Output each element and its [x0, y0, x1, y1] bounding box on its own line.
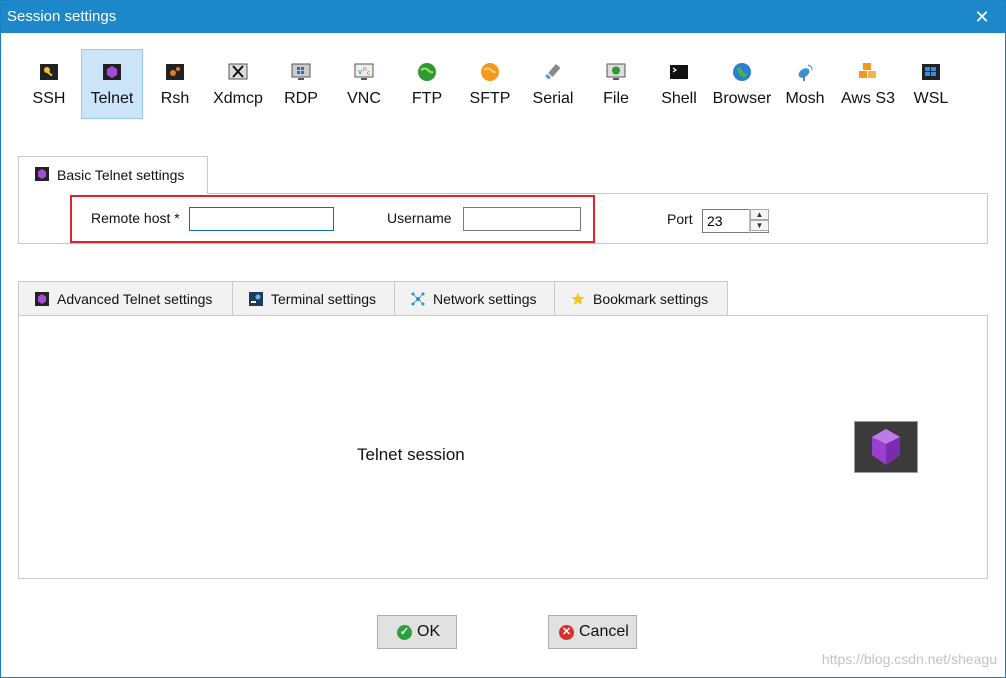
sftp-globe-icon: [481, 63, 499, 81]
telnet-gem-icon: [103, 64, 121, 80]
check-icon: ✓: [397, 625, 412, 640]
tab-bookmark-settings[interactable]: Bookmark settings: [554, 281, 728, 315]
port-stepper[interactable]: ▲ ▼: [749, 209, 769, 233]
shell-terminal-icon: [670, 65, 688, 79]
session-type-label: Shell: [661, 90, 697, 107]
tab-label: Network settings: [433, 291, 537, 307]
session-type-vnc[interactable]: vnc VNC: [333, 49, 395, 119]
cancel-label: Cancel: [579, 623, 629, 640]
session-type-label: RDP: [284, 90, 318, 107]
tab-label: Bookmark settings: [593, 291, 709, 307]
session-type-label: Xdmcp: [213, 90, 263, 107]
tab-label: Terminal settings: [271, 291, 377, 307]
ftp-globe-icon: [418, 63, 436, 81]
session-type-bar: SSH Telnet Rsh Xdmcp RDP vnc VNC FTP SFT: [18, 49, 978, 121]
rdp-monitor-icon: [291, 63, 311, 80]
window-title: Session settings: [7, 8, 117, 25]
mosh-satellite-icon: [798, 64, 813, 81]
tab-basic-telnet-settings[interactable]: Basic Telnet settings: [18, 156, 208, 194]
stepper-down-icon[interactable]: ▼: [750, 220, 769, 231]
session-type-label: Serial: [532, 90, 574, 107]
session-type-label: SFTP: [469, 90, 511, 107]
svg-text:c: c: [367, 70, 370, 77]
aws-cubes-icon: [859, 63, 876, 78]
star-icon: [571, 292, 585, 305]
wsl-windows-icon: [922, 64, 940, 80]
session-type-sftp[interactable]: SFTP: [459, 49, 521, 119]
session-type-label: Aws S3: [841, 90, 895, 107]
gem-graphic: [872, 429, 900, 465]
session-type-label: Telnet: [90, 90, 134, 107]
remote-host-input[interactable]: [189, 207, 334, 231]
cancel-x-icon: ✕: [559, 625, 574, 640]
stepper-up-icon[interactable]: ▲: [750, 209, 769, 220]
session-type-label: Browser: [712, 90, 772, 107]
ok-label: OK: [417, 623, 441, 640]
cancel-button[interactable]: ✕ Cancel: [548, 615, 637, 649]
session-type-label: Mosh: [785, 90, 825, 107]
telnet-gem-icon: [35, 292, 49, 306]
vnc-monitor-icon: v nc: [354, 63, 374, 80]
session-type-label: VNC: [347, 90, 381, 107]
tab-label: Basic Telnet settings: [57, 167, 185, 183]
session-type-rsh[interactable]: Rsh: [144, 49, 206, 119]
session-type-file[interactable]: File: [585, 49, 647, 119]
session-type-label: WSL: [913, 90, 949, 107]
title-bar: Session settings ✕: [1, 1, 1005, 33]
session-type-telnet[interactable]: Telnet: [81, 49, 143, 119]
remote-host-label: Remote host *: [91, 210, 180, 226]
session-type-ssh[interactable]: SSH: [18, 49, 80, 119]
session-type-browser[interactable]: Browser: [711, 49, 773, 119]
tab-label: Advanced Telnet settings: [57, 291, 213, 307]
rsh-icon: [166, 64, 184, 80]
xdmcp-icon: [228, 63, 248, 80]
tab-terminal-settings[interactable]: Terminal settings: [232, 281, 395, 315]
session-type-label: FTP: [411, 90, 443, 107]
advanced-settings-panel: [18, 315, 988, 579]
session-settings-window: Session settings ✕ SSH Telnet Rsh Xdmcp …: [0, 0, 1006, 678]
key-icon: [40, 64, 58, 80]
session-type-ftp[interactable]: FTP: [396, 49, 458, 119]
browser-globe-icon: [733, 63, 751, 81]
session-type-rdp[interactable]: RDP: [270, 49, 332, 119]
session-type-aws-s3[interactable]: Aws S3: [837, 49, 899, 119]
watermark-text: https://blog.csdn.net/sheagu: [821, 651, 997, 667]
tab-network-settings[interactable]: Network settings: [394, 281, 555, 315]
close-icon[interactable]: ✕: [969, 5, 995, 29]
tab-advanced-telnet-settings[interactable]: Advanced Telnet settings: [18, 281, 233, 315]
username-label: Username: [387, 210, 452, 226]
telnet-gem-icon: [35, 167, 49, 181]
session-type-mosh[interactable]: Mosh: [774, 49, 836, 119]
session-type-xdmcp[interactable]: Xdmcp: [207, 49, 269, 119]
session-type-label: File: [603, 90, 629, 107]
ok-button[interactable]: ✓ OK: [377, 615, 457, 649]
purple-gem-icon: [854, 421, 918, 473]
file-monitor-icon: [606, 63, 626, 80]
session-type-shell[interactable]: Shell: [648, 49, 710, 119]
serial-plug-icon: [545, 64, 561, 80]
terminal-settings-icon: [249, 292, 263, 306]
port-label: Port: [667, 211, 693, 227]
session-type-serial[interactable]: Serial: [522, 49, 584, 119]
session-type-label: SSH: [32, 90, 66, 107]
username-input[interactable]: [463, 207, 581, 231]
network-icon: [411, 292, 425, 306]
session-type-label: Rsh: [160, 90, 190, 107]
svg-text:v: v: [358, 68, 362, 76]
session-type-wsl[interactable]: WSL: [900, 49, 962, 119]
session-type-heading: Telnet session: [357, 445, 465, 464]
